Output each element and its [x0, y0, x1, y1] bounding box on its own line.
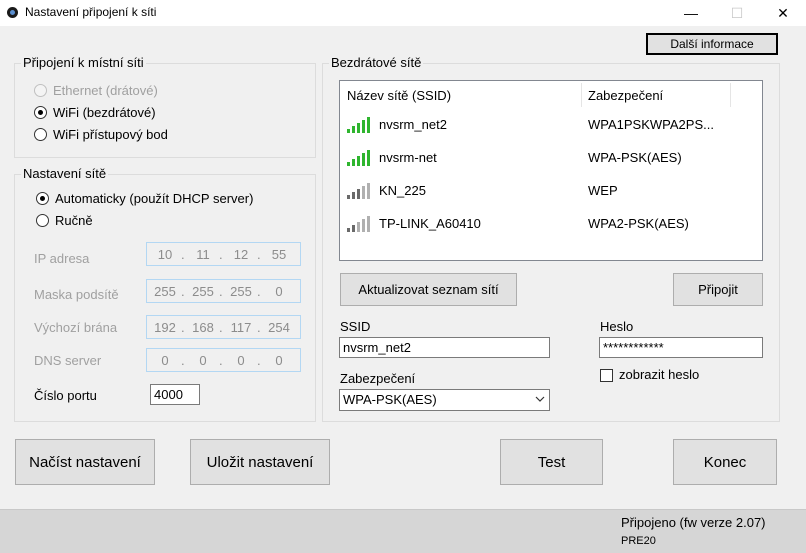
network-ssid: KN_225	[379, 183, 426, 198]
ip-octet: 117	[230, 320, 252, 335]
network-ssid: nvsrm_net2	[379, 117, 447, 132]
ethernet-radio[interactable]	[34, 84, 47, 97]
network-row[interactable]: nvsrm_net2 WPA1PSKWPA2PS...	[340, 109, 762, 142]
network-ssid: TP-LINK_A60410	[379, 216, 481, 231]
gateway-label: Výchozí brána	[34, 320, 118, 335]
app-icon	[7, 7, 18, 18]
ip-octet: 10	[157, 247, 173, 262]
network-security: WEP	[588, 183, 618, 198]
gateway-field[interactable]: 192. 168. 117. 254	[146, 315, 301, 339]
ip-octet: 168	[192, 320, 214, 335]
ip-octet: 0	[161, 353, 169, 368]
password-input[interactable]: ************	[599, 337, 763, 358]
ip-octet: 55	[271, 247, 287, 262]
ip-octet: 192	[154, 320, 176, 335]
wireless-networks-legend: Bezdrátové sítě	[329, 55, 424, 70]
security-label: Zabezpečení	[340, 371, 416, 386]
ip-address-field[interactable]: 10. 11. 12. 55	[146, 242, 301, 266]
subnet-mask-field[interactable]: 255. 255. 255. 0	[146, 279, 301, 303]
ip-octet: 255	[192, 284, 214, 299]
dns-server-field[interactable]: 0. 0. 0. 0	[146, 348, 301, 372]
ip-address-label: IP adresa	[34, 251, 90, 266]
network-list-header: Název sítě (SSID) Zabezpečení	[340, 81, 762, 109]
password-label: Heslo	[600, 319, 634, 334]
ssid-input[interactable]: nvsrm_net2	[339, 337, 550, 358]
signal-strength-icon	[347, 214, 371, 232]
ip-octet: 255	[154, 284, 176, 299]
ip-octet: 254	[268, 320, 290, 335]
ip-octet: 11	[196, 247, 210, 262]
network-row[interactable]: nvsrm-net WPA-PSK(AES)	[340, 142, 762, 175]
chevron-down-icon	[535, 396, 545, 402]
ssid-column-header[interactable]: Název sítě (SSID)	[347, 88, 451, 103]
security-select-value: WPA-PSK(AES)	[343, 392, 437, 407]
port-input[interactable]: 4000	[150, 384, 200, 405]
subnet-mask-label: Maska podsítě	[34, 287, 119, 302]
refresh-networks-button[interactable]: Aktualizovat seznam sítí	[340, 273, 517, 306]
network-security: WPA1PSKWPA2PS...	[588, 117, 714, 132]
exit-button[interactable]: Konec	[673, 439, 777, 485]
local-connection-legend: Připojení k místní síti	[21, 55, 146, 70]
wifi-radio[interactable]	[34, 106, 47, 119]
security-select[interactable]: WPA-PSK(AES)	[339, 389, 550, 411]
dns-server-label: DNS server	[34, 353, 102, 368]
ip-octet: 12	[233, 247, 249, 262]
ethernet-label: Ethernet (drátové)	[53, 83, 158, 98]
connect-button[interactable]: Připojit	[673, 273, 763, 306]
close-window-button[interactable]: ✕	[760, 0, 806, 26]
ip-octet: 0	[275, 284, 283, 299]
signal-strength-icon	[347, 115, 371, 133]
ip-octet: 255	[230, 284, 252, 299]
title-bar[interactable]: Nastavení připojení k síti — ☐ ✕	[0, 0, 806, 26]
ip-octet: 0	[275, 353, 283, 368]
network-list[interactable]: Název sítě (SSID) Zabezpečení nvsrm_net2…	[339, 80, 763, 261]
maximize-button[interactable]: ☐	[714, 0, 760, 26]
column-separator	[730, 83, 731, 107]
status-bar: Připojeno (fw verze 2.07) PRE20	[0, 509, 806, 553]
save-settings-button[interactable]: Uložit nastavení	[190, 439, 330, 485]
network-row[interactable]: KN_225 WEP	[340, 175, 762, 208]
status-connection-text: Připojeno (fw verze 2.07)	[621, 515, 766, 530]
port-label: Číslo portu	[34, 388, 97, 403]
dhcp-radio[interactable]	[36, 192, 49, 205]
show-password-label: zobrazit heslo	[619, 367, 700, 382]
network-security: WPA2-PSK(AES)	[588, 216, 689, 231]
signal-strength-icon	[347, 181, 371, 199]
network-ssid: nvsrm-net	[379, 150, 437, 165]
ssid-label: SSID	[340, 319, 371, 334]
window-title: Nastavení připojení k síti	[25, 5, 157, 19]
show-password-checkbox[interactable]	[600, 369, 613, 382]
wifi-ap-radio[interactable]	[34, 128, 47, 141]
manual-label: Ručně	[55, 213, 93, 228]
minimize-button[interactable]: —	[668, 0, 714, 26]
ip-octet: 0	[237, 353, 245, 368]
load-settings-button[interactable]: Načíst nastavení	[15, 439, 155, 485]
dhcp-label: Automaticky (použít DHCP server)	[55, 191, 254, 206]
network-row[interactable]: TP-LINK_A60410 WPA2-PSK(AES)	[340, 208, 762, 241]
wifi-ap-label: WiFi přístupový bod	[53, 127, 168, 142]
signal-strength-icon	[347, 148, 371, 166]
more-info-button[interactable]: Další informace	[646, 33, 778, 55]
ip-octet: 0	[199, 353, 207, 368]
test-button[interactable]: Test	[500, 439, 603, 485]
security-column-header[interactable]: Zabezpečení	[588, 88, 663, 103]
manual-radio[interactable]	[36, 214, 49, 227]
status-device-text: PRE20	[621, 535, 656, 547]
network-settings-legend: Nastavení sítě	[21, 166, 109, 181]
wifi-label: WiFi (bezdrátové)	[53, 105, 156, 120]
column-separator	[581, 83, 582, 107]
network-security: WPA-PSK(AES)	[588, 150, 682, 165]
